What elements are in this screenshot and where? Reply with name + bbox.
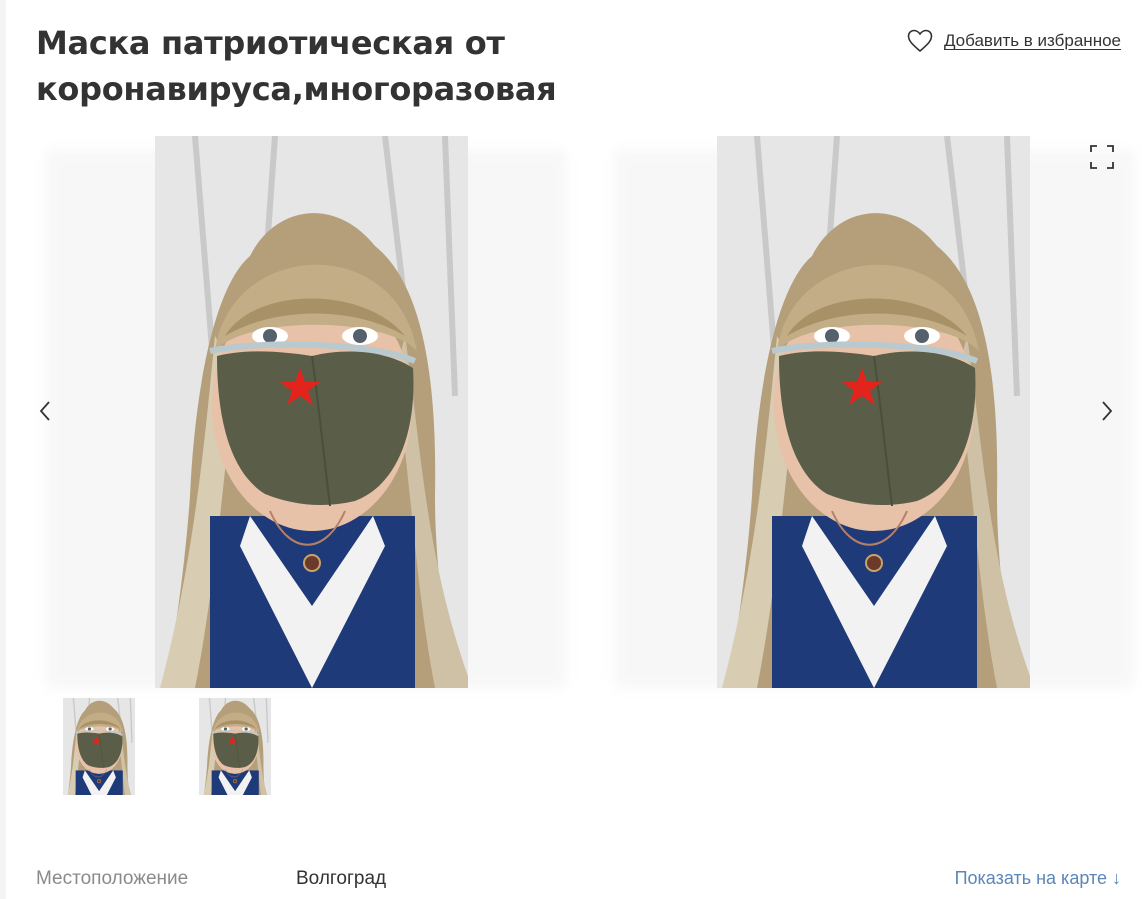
location-value: Волгоград: [296, 868, 387, 889]
add-to-favorites-label: Добавить в избранное: [943, 31, 1121, 50]
show-on-map-link[interactable]: Показать на карте ↓: [955, 868, 1121, 889]
thumbnail-photo[interactable]: [199, 698, 271, 795]
fullscreen-button[interactable]: [1089, 144, 1115, 170]
location-label: Местоположение: [36, 868, 189, 889]
location-row: Местоположение Волгоград Показать на кар…: [36, 868, 1121, 894]
add-to-favorites-button[interactable]: Добавить в избранное: [907, 29, 1121, 53]
product-photo[interactable]: [155, 136, 468, 688]
gallery-slide[interactable]: [614, 136, 1134, 688]
fullscreen-icon: [1089, 145, 1115, 174]
thumbnail-strip: [63, 698, 335, 795]
chevron-left-icon: [38, 400, 52, 427]
gallery-slide[interactable]: [46, 136, 566, 688]
gallery-prev-button[interactable]: [30, 398, 60, 428]
listing-title: Маска патриотическая от коронавируса,мно…: [36, 24, 557, 108]
heart-icon: [907, 29, 933, 53]
product-photo[interactable]: [717, 136, 1030, 688]
chevron-right-icon: [1100, 400, 1114, 427]
gallery-next-button[interactable]: [1092, 398, 1122, 428]
thumbnail-photo[interactable]: [63, 698, 135, 795]
listing-card: Маска патриотическая от коронавируса,мно…: [6, 0, 1142, 899]
photo-gallery: [36, 136, 1134, 688]
